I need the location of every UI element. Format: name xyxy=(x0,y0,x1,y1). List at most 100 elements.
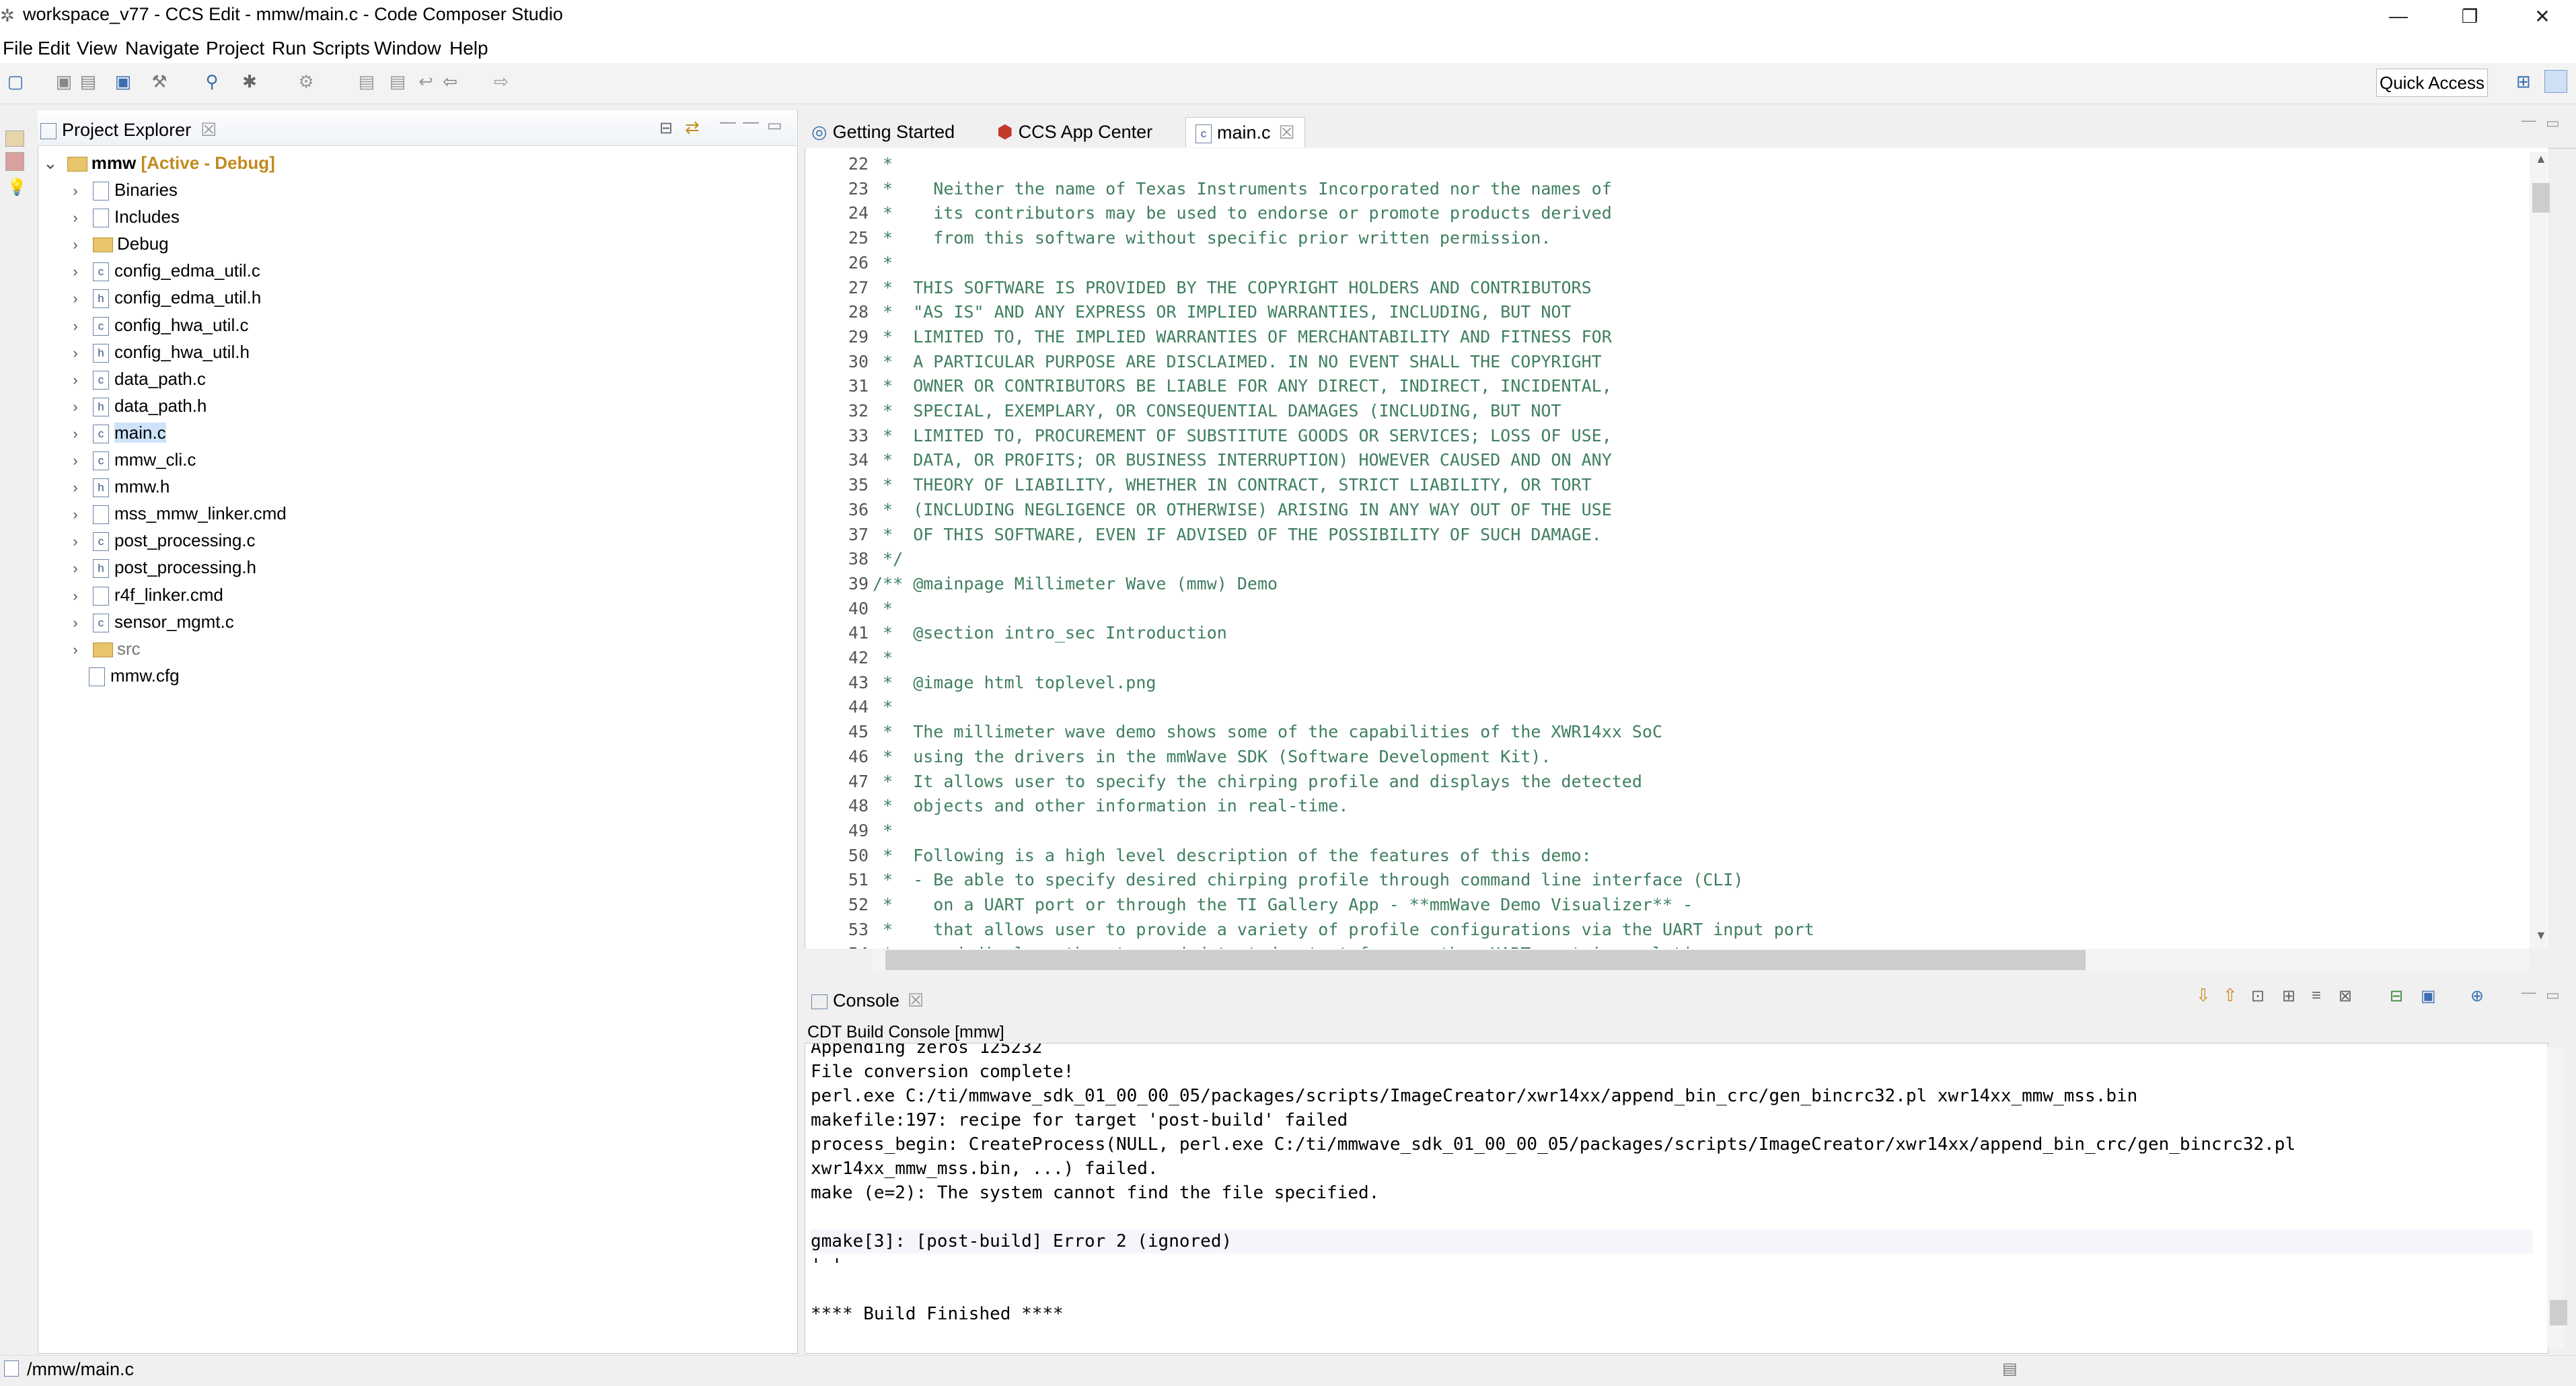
code-line[interactable]: 47 * It allows user to specify the chirp… xyxy=(805,770,1642,794)
tree-item[interactable]: › c config_hwa_util.c xyxy=(73,312,248,338)
save-all-icon[interactable]: ▤ xyxy=(78,71,98,92)
tree-project-mmw[interactable]: ⌄ mmw [Active - Debug] xyxy=(43,149,275,176)
restore-icon[interactable] xyxy=(5,131,24,147)
menu-run[interactable]: Run xyxy=(272,38,306,59)
chevron-right-icon[interactable]: › xyxy=(69,205,82,231)
link-editor-icon[interactable]: ⇄ xyxy=(685,117,700,138)
minimize-view-icon[interactable]: — xyxy=(743,113,759,132)
chevron-right-icon[interactable]: › xyxy=(69,394,82,421)
code-line[interactable]: 27 * THIS SOFTWARE IS PROVIDED BY THE CO… xyxy=(805,276,1592,300)
code-line[interactable]: 24 * its contributors may be used to end… xyxy=(805,201,1612,225)
tree-item[interactable]: › src xyxy=(73,635,140,662)
open-console-icon[interactable]: ⊕ xyxy=(2470,986,2484,1006)
menu-help[interactable]: Help xyxy=(449,38,488,59)
close-button[interactable]: ✕ xyxy=(2512,0,2573,32)
code-line[interactable]: 36 * (INCLUDING NEGLIGENCE OR OTHERWISE)… xyxy=(805,498,1612,522)
close-icon[interactable]: ☒ xyxy=(908,990,924,1011)
ccs-edit-perspective-icon[interactable] xyxy=(2544,70,2567,93)
quick-access-field[interactable]: Quick Access xyxy=(2376,69,2488,97)
tab-getting-started[interactable]: ◎ Getting Started xyxy=(811,117,955,147)
code-line[interactable]: 30 * A PARTICULAR PURPOSE ARE DISCLAIMED… xyxy=(805,350,1602,374)
debug-icon[interactable]: ✱ xyxy=(240,71,260,92)
menu-scripts[interactable]: Scripts xyxy=(312,38,370,59)
debug-view-icon[interactable]: ▣ xyxy=(113,71,133,92)
search-icon[interactable]: ⚲ xyxy=(202,71,222,92)
menu-file[interactable]: File xyxy=(3,38,33,59)
code-line[interactable]: 54 * and displays the streamed detected … xyxy=(805,942,1723,949)
chevron-right-icon[interactable]: › xyxy=(69,313,82,340)
code-line[interactable]: 35 * THEORY OF LIABILITY, WHETHER IN CON… xyxy=(805,473,1592,497)
chevron-right-icon[interactable]: › xyxy=(69,555,82,582)
menu-view[interactable]: View xyxy=(77,38,117,59)
maximize-button[interactable]: ❐ xyxy=(2439,0,2500,32)
menu-edit[interactable]: Edit xyxy=(38,38,70,59)
tools-icon[interactable]: ⚙ xyxy=(296,71,316,92)
menu-navigate[interactable]: Navigate xyxy=(125,38,200,59)
chevron-right-icon[interactable]: › xyxy=(69,474,82,501)
chevron-right-icon[interactable]: › xyxy=(69,231,82,258)
tree-item[interactable]: › c post_processing.c xyxy=(73,527,256,554)
word-wrap-icon[interactable]: ⊞ xyxy=(2282,986,2295,1006)
tree-item[interactable]: › c main.c xyxy=(73,419,166,446)
tab-ccs-app-center[interactable]: ⬢ CCS App Center xyxy=(997,117,1152,147)
code-line[interactable]: 49 * xyxy=(805,819,893,843)
chevron-down-icon[interactable]: ⌄ xyxy=(43,153,58,173)
chevron-right-icon[interactable]: › xyxy=(69,636,82,663)
code-line[interactable]: 32 * SPECIAL, EXEMPLARY, OR CONSEQUENTIA… xyxy=(805,399,1561,423)
last-edit-icon[interactable]: ↩ xyxy=(416,71,436,92)
code-line[interactable]: 37 * OF THIS SOFTWARE, EVEN IF ADVISED O… xyxy=(805,523,1602,547)
tree-item[interactable]: › c mmw_cli.c xyxy=(73,446,196,473)
code-line[interactable]: 51 * - Be able to specify desired chirpi… xyxy=(805,868,1744,892)
remove-console-icon[interactable]: ⊠ xyxy=(2339,986,2352,1006)
new-icon[interactable]: ▢ xyxy=(5,71,26,92)
editor-minimize-icon[interactable]: — xyxy=(2522,112,2536,129)
code-line[interactable]: 38 */ xyxy=(805,547,903,571)
scroll-lock-icon[interactable]: ⊡ xyxy=(2251,986,2265,1006)
next-error-icon[interactable]: ⇩ xyxy=(2196,985,2211,1006)
tree-item[interactable]: › h config_edma_util.h xyxy=(73,284,261,311)
problems-icon[interactable] xyxy=(5,152,24,171)
clear-console-icon[interactable]: ≡ xyxy=(2312,986,2321,1005)
code-line[interactable]: 41 * @section intro_sec Introduction xyxy=(805,621,1227,645)
chevron-right-icon[interactable]: › xyxy=(69,178,82,205)
maximize-view-icon[interactable]: ▭ xyxy=(767,116,782,135)
tree-item[interactable]: › Binaries xyxy=(73,176,178,203)
code-line[interactable]: 48 * objects and other information in re… xyxy=(805,794,1349,818)
tree-item[interactable]: › r4f_linker.cmd xyxy=(73,581,223,608)
chevron-right-icon[interactable]: › xyxy=(69,421,82,447)
advice-icon[interactable]: 💡 xyxy=(7,178,27,197)
minimize-button[interactable]: — xyxy=(2368,0,2429,32)
code-line[interactable]: 33 * LIMITED TO, PROCUREMENT OF SUBSTITU… xyxy=(805,424,1612,448)
chevron-right-icon[interactable]: › xyxy=(69,447,82,474)
tab-main-c[interactable]: c main.c ☒ xyxy=(1185,117,1305,147)
tree-item[interactable]: › h mmw.h xyxy=(73,473,170,500)
previous-error-icon[interactable]: ⇧ xyxy=(2223,985,2238,1006)
chevron-right-icon[interactable]: › xyxy=(69,528,82,555)
code-line[interactable]: 26 * xyxy=(805,251,893,275)
chevron-right-icon[interactable]: › xyxy=(69,610,82,636)
chevron-right-icon[interactable]: › xyxy=(69,340,82,367)
code-editor[interactable]: 22 * 23 * Neither the name of Texas Instr… xyxy=(805,148,2548,949)
console-vertical-scroll-thumb[interactable] xyxy=(2550,1300,2567,1325)
code-line[interactable]: 50 * Following is a high level descripti… xyxy=(805,844,1592,868)
pin-console-icon[interactable]: ⊟ xyxy=(2390,986,2403,1006)
chevron-right-icon[interactable]: › xyxy=(69,285,82,312)
tree-item[interactable]: › Debug xyxy=(73,230,168,257)
code-line[interactable]: 42 * xyxy=(805,646,893,670)
perspective-icon[interactable]: ⊞ xyxy=(2516,71,2531,92)
tree-item[interactable]: › c data_path.c xyxy=(73,365,206,392)
editor-vertical-scroll-thumb[interactable] xyxy=(2532,183,2550,213)
editor-horizontal-scroll-thumb[interactable] xyxy=(885,950,2086,970)
code-line[interactable]: 52 * on a UART port or through the TI Ga… xyxy=(805,893,1693,917)
tree-item[interactable]: › mss_mmw_linker.cmd xyxy=(73,500,287,527)
tree-item[interactable]: › c sensor_mgmt.c xyxy=(73,608,234,635)
code-line[interactable]: 25 * from this software without specific… xyxy=(805,226,1551,250)
tree-item[interactable]: › c config_edma_util.c xyxy=(73,257,260,284)
tree-item[interactable]: › h data_path.h xyxy=(73,392,207,419)
code-line[interactable]: 28 * "AS IS" AND ANY EXPRESS OR IMPLIED … xyxy=(805,300,1572,324)
close-icon[interactable]: ☒ xyxy=(1279,122,1295,143)
build-icon[interactable]: ⚒ xyxy=(149,71,170,92)
close-icon[interactable]: ☒ xyxy=(200,120,217,140)
chevron-right-icon[interactable]: › xyxy=(69,258,82,285)
scroll-down-icon[interactable]: ▼ xyxy=(2535,928,2547,943)
